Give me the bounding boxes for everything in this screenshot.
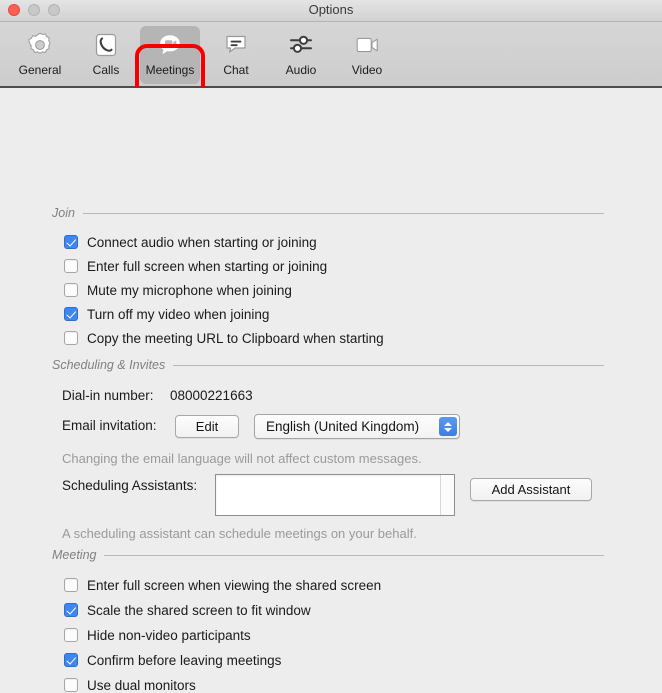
scheduling-assistants-listbox[interactable]: [215, 474, 455, 516]
checkbox-indicator[interactable]: [64, 653, 78, 667]
section-rule: [173, 364, 604, 366]
checkbox-label: Confirm before leaving meetings: [87, 652, 282, 668]
section-header-meeting: Meeting: [52, 548, 604, 562]
tab-general-label: General: [18, 63, 62, 77]
checkbox-indicator[interactable]: [64, 331, 78, 345]
gear-icon: [25, 28, 55, 62]
video-camera-icon: [352, 28, 382, 62]
email-invitation-label: Email invitation:: [62, 418, 157, 433]
checkbox-indicator[interactable]: [64, 678, 78, 692]
chat-bubble-icon: [221, 28, 251, 62]
dial-in-number: 08000221663: [170, 388, 253, 403]
scrollbar[interactable]: [440, 475, 454, 515]
section-header-meeting-label: Meeting: [52, 548, 97, 562]
window-title: Options: [308, 2, 354, 17]
tab-calls-label: Calls: [92, 63, 120, 77]
email-language-note: Changing the email language will not aff…: [62, 451, 422, 466]
tab-calls[interactable]: Calls: [76, 26, 136, 84]
section-rule: [104, 554, 604, 556]
email-language-select-value: English (United Kingdom): [266, 419, 420, 434]
checkbox-turn-off-video[interactable]: Turn off my video when joining: [64, 305, 269, 323]
meetings-settings-panel: Join Connect audio when starting or join…: [0, 88, 662, 693]
checkbox-enter-full-screen-shared[interactable]: Enter full screen when viewing the share…: [64, 576, 381, 594]
checkbox-mute-microphone[interactable]: Mute my microphone when joining: [64, 281, 292, 299]
chevron-down-icon: [444, 427, 452, 432]
checkbox-label: Enter full screen when starting or joini…: [87, 258, 328, 274]
tab-general[interactable]: General: [10, 26, 70, 84]
section-header-join: Join: [52, 206, 604, 220]
checkbox-indicator[interactable]: [64, 235, 78, 249]
section-header-join-label: Join: [52, 206, 75, 220]
section-header-scheduling: Scheduling & Invites: [52, 358, 604, 372]
checkbox-indicator[interactable]: [64, 603, 78, 617]
checkbox-indicator[interactable]: [64, 628, 78, 642]
tab-audio-label: Audio: [285, 63, 317, 77]
checkbox-label: Turn off my video when joining: [87, 306, 270, 322]
chevron-up-icon: [444, 421, 452, 426]
checkbox-label: Enter full screen when viewing the share…: [87, 577, 382, 593]
checkbox-label: Connect audio when starting or joining: [87, 234, 317, 250]
tab-meetings[interactable]: Meetings: [140, 26, 200, 84]
section-rule: [82, 212, 604, 214]
checkbox-label: Copy the meeting URL to Clipboard when s…: [87, 330, 384, 346]
options-window: Options General Calls Meetings Chat Audi…: [0, 0, 662, 693]
tab-video-label: Video: [351, 63, 383, 77]
checkbox-copy-meeting-url[interactable]: Copy the meeting URL to Clipboard when s…: [64, 329, 384, 347]
scheduling-assistants-label: Scheduling Assistants:: [62, 478, 198, 493]
checkbox-use-dual-monitors[interactable]: Use dual monitors: [64, 676, 196, 693]
dial-in-label: Dial-in number:: [62, 388, 154, 403]
edit-email-invitation-button[interactable]: Edit: [175, 415, 239, 438]
checkbox-hide-non-video-participants[interactable]: Hide non-video participants: [64, 626, 251, 644]
scheduling-assistants-note: A scheduling assistant can schedule meet…: [62, 526, 417, 541]
checkbox-connect-audio[interactable]: Connect audio when starting or joining: [64, 233, 317, 251]
phone-handset-icon: [91, 28, 121, 62]
sliders-icon: [286, 28, 316, 62]
email-language-select[interactable]: English (United Kingdom): [254, 414, 460, 439]
tab-meetings-label: Meetings: [145, 63, 195, 77]
tab-chat[interactable]: Chat: [206, 26, 266, 84]
video-chat-icon: [155, 28, 185, 62]
preferences-toolbar: General Calls Meetings Chat Audio Video: [0, 22, 662, 106]
checkbox-label: Mute my microphone when joining: [87, 282, 292, 298]
checkbox-label: Hide non-video participants: [87, 627, 251, 643]
tab-video[interactable]: Video: [337, 26, 397, 84]
tab-chat-label: Chat: [223, 63, 249, 77]
checkbox-scale-shared-screen[interactable]: Scale the shared screen to fit window: [64, 601, 311, 619]
checkbox-label: Use dual monitors: [87, 677, 196, 693]
checkbox-indicator[interactable]: [64, 307, 78, 321]
checkbox-indicator[interactable]: [64, 283, 78, 297]
chevron-up-down-icon[interactable]: [439, 417, 457, 436]
checkbox-indicator[interactable]: [64, 578, 78, 592]
tab-audio[interactable]: Audio: [271, 26, 331, 84]
checkbox-label: Scale the shared screen to fit window: [87, 602, 311, 618]
checkbox-indicator[interactable]: [64, 259, 78, 273]
checkbox-confirm-before-leaving[interactable]: Confirm before leaving meetings: [64, 651, 281, 669]
window-titlebar: Options: [0, 0, 662, 22]
checkbox-enter-full-screen-joining[interactable]: Enter full screen when starting or joini…: [64, 257, 327, 275]
add-assistant-button[interactable]: Add Assistant: [470, 478, 592, 501]
section-header-scheduling-label: Scheduling & Invites: [52, 358, 166, 372]
